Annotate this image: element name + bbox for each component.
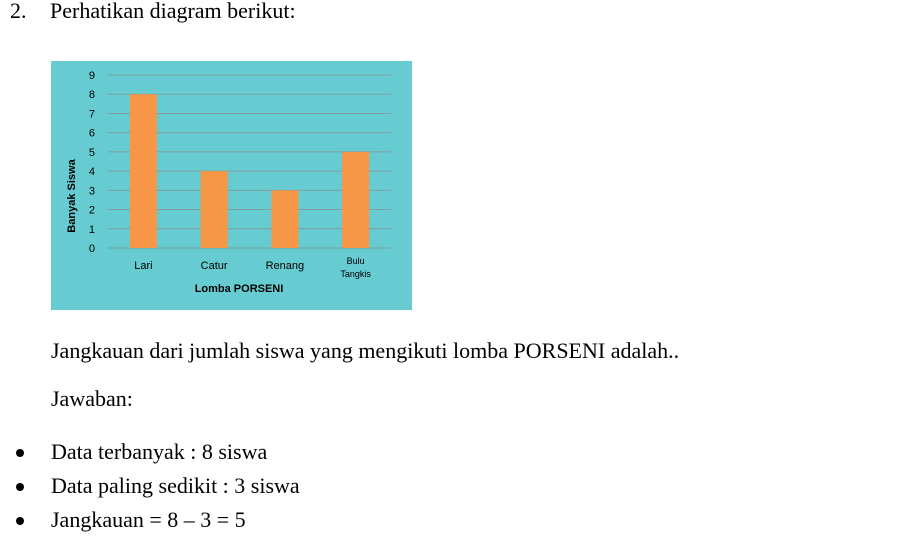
y-tick-label: 2	[89, 205, 95, 217]
bar-renang	[271, 190, 299, 248]
bar-chart: 0 1 2 3 4 5 6 7 8 9 Lari Catur Renang Bulu Tangkis Ban…	[51, 61, 412, 310]
bullet-icon	[16, 517, 24, 525]
list-item-text: Data terbanyak : 8 siswa	[51, 439, 268, 464]
answer-label: Jawaban:	[51, 386, 133, 411]
x-tick-label: Catur	[201, 260, 228, 272]
list-item-text: Data paling sedikit : 3 siswa	[51, 473, 300, 498]
x-tick-label: Lari	[134, 260, 152, 272]
bar-catur	[200, 171, 228, 248]
y-tick-label: 1	[89, 224, 95, 236]
y-tick-label: 5	[89, 147, 95, 159]
bullet-icon	[16, 483, 24, 491]
bullet-icon	[16, 449, 24, 457]
question-number: 2.	[10, 0, 27, 23]
bar-bulu-tangkis	[342, 151, 370, 248]
y-tick-label: 4	[89, 166, 95, 178]
x-axis-label: Lomba PORSENI	[195, 283, 284, 295]
y-tick-label: 6	[89, 128, 95, 140]
y-tick-label: 3	[89, 185, 95, 197]
bar-chart-svg: 0123456789Lari Catur Renang Bulu Tangkis Ban…	[51, 61, 412, 310]
y-tick-label: 0	[89, 243, 95, 255]
y-tick-label: 8	[89, 89, 95, 101]
y-tick-label: 7	[89, 108, 95, 120]
y-tick-label: 9	[89, 70, 95, 82]
question-text: Jangkauan dari jumlah siswa yang mengiku…	[51, 338, 680, 363]
list-item-text: Jangkauan = 8 – 3 = 5	[51, 507, 246, 532]
x-tick-label: Renang	[266, 260, 305, 272]
question-heading: 2. Perhatikan diagram berikut:	[10, 0, 296, 24]
bar-lari	[129, 94, 157, 248]
y-axis-label: Banyak Siswa	[66, 158, 78, 232]
question-heading-text: Perhatikan diagram berikut:	[50, 0, 296, 23]
